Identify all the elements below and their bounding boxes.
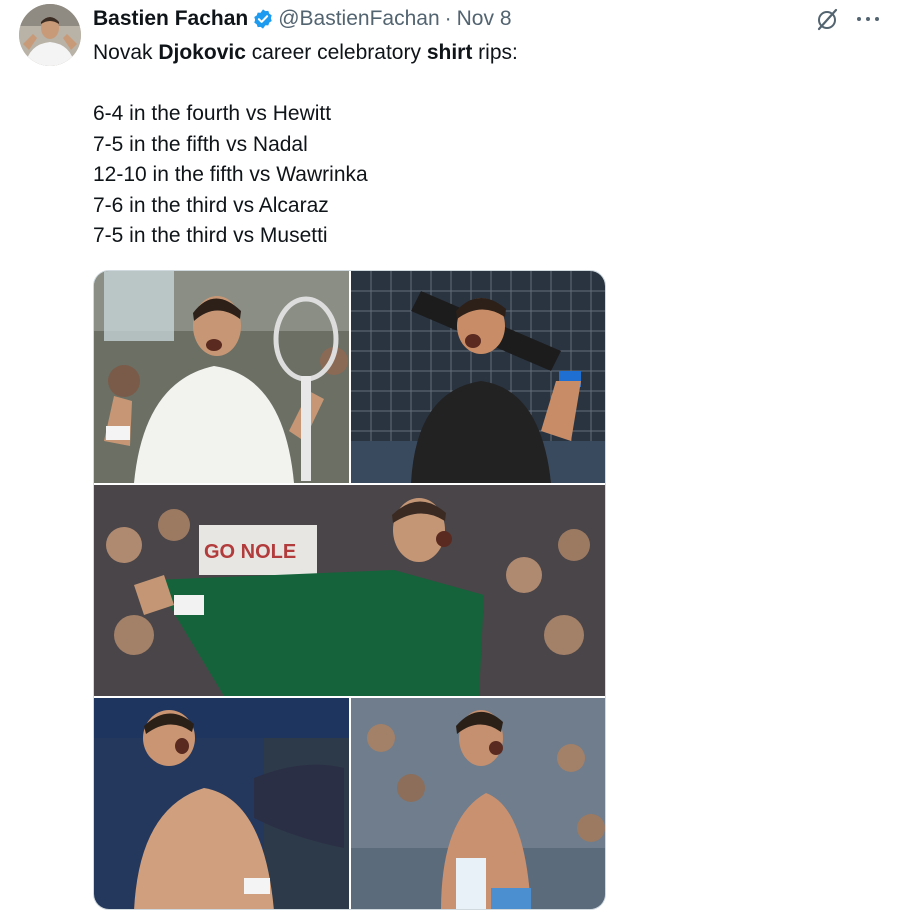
grok-icon[interactable] bbox=[814, 6, 840, 32]
intro-text: rips: bbox=[472, 41, 518, 64]
score-line: 12-10 in the fifth vs Wawrinka bbox=[93, 163, 368, 186]
score-line: 6-4 in the fourth vs Hewitt bbox=[93, 102, 332, 125]
author-name[interactable]: Bastien Fachan bbox=[93, 7, 248, 31]
avatar-image bbox=[19, 4, 81, 66]
photo-wawrinka[interactable]: GO NOLE bbox=[94, 485, 605, 696]
verified-badge-icon bbox=[254, 9, 272, 29]
intro-bold-djokovic: Djokovic bbox=[158, 41, 246, 64]
crowd-sign-text: GO NOLE bbox=[204, 541, 296, 563]
media-grid: GO NOLE bbox=[93, 270, 606, 910]
score-line: 7-5 in the third vs Musetti bbox=[93, 224, 328, 247]
score-line: 7-6 in the third vs Alcaraz bbox=[93, 193, 329, 217]
tweet-intro: Novak Djokovic career celebratory shirt … bbox=[93, 38, 713, 69]
more-icon[interactable] bbox=[854, 7, 882, 31]
tweet-actions bbox=[814, 6, 882, 32]
score-line: 7-5 in the fifth vs Nadal bbox=[93, 132, 308, 156]
tweet-text: Novak Djokovic career celebratory shirt … bbox=[93, 38, 713, 252]
tweet-date[interactable]: Nov 8 bbox=[457, 7, 512, 31]
author-handle[interactable]: @BastienFachan bbox=[278, 7, 439, 31]
photo-hewitt[interactable] bbox=[94, 271, 349, 483]
avatar[interactable] bbox=[19, 4, 81, 66]
intro-bold-shirt: shirt bbox=[426, 41, 473, 64]
separator: · bbox=[444, 7, 452, 30]
intro-text: Novak bbox=[93, 41, 159, 64]
photo-musetti[interactable] bbox=[351, 698, 605, 909]
tweet-header: Bastien Fachan @BastienFachan · Nov 8 bbox=[93, 6, 512, 32]
photo-nadal[interactable] bbox=[351, 271, 605, 483]
intro-text: career celebratory bbox=[245, 41, 427, 64]
photo-alcaraz[interactable] bbox=[94, 698, 349, 909]
